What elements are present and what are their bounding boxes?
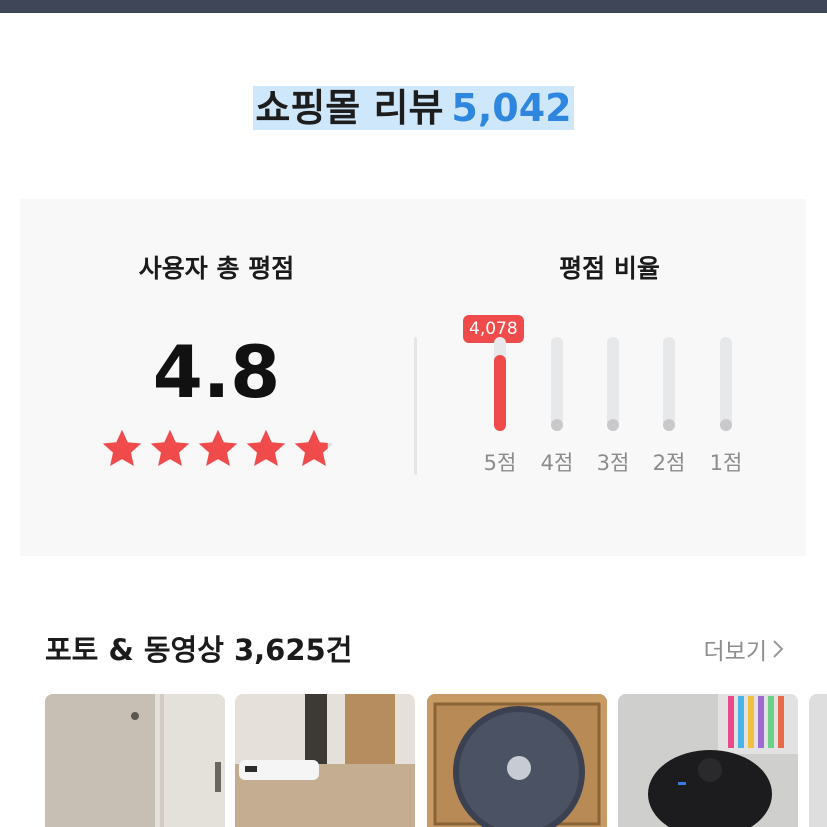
photo-thumbnail[interactable]: [235, 694, 415, 827]
photo-thumbnail[interactable]: [45, 694, 225, 827]
top-status-bar: [0, 0, 827, 13]
rating-bar-1: 1점: [696, 315, 756, 485]
rating-bar-3: 3점: [583, 315, 643, 485]
divider: [414, 337, 417, 475]
count-tooltip: 4,078: [463, 315, 524, 349]
star-icon: [148, 427, 192, 471]
photo-thumbnail[interactable]: [618, 694, 798, 827]
rating-bar-4: 4점: [527, 315, 587, 485]
more-link-label: 더보기: [703, 639, 767, 665]
photo-thumbnail[interactable]: [427, 694, 607, 827]
star-icon: [244, 427, 288, 471]
bar-track: [607, 337, 619, 431]
bar-track: [551, 337, 563, 431]
bar-label: 5점: [483, 451, 517, 475]
star-icon: [196, 427, 240, 471]
rating-bar-2: 2점: [639, 315, 699, 485]
bar-track: [720, 337, 732, 431]
rating-ratio-title: 평점 비율: [559, 254, 660, 283]
more-link[interactable]: 더보기: [704, 632, 785, 666]
review-count: 5,042: [451, 86, 572, 130]
bar-label: 2점: [652, 451, 686, 475]
rating-bars: 4,078 5점 4점 3점 2점 1점: [463, 315, 770, 485]
review-title: 쇼핑몰 리뷰 5,042: [0, 84, 827, 132]
bar-empty-dot: [607, 419, 619, 431]
review-title-label: 쇼핑몰 리뷰: [255, 86, 444, 130]
bar-empty-dot: [720, 419, 732, 431]
bar-empty-dot: [551, 419, 563, 431]
bar-track: [494, 337, 506, 431]
total-score-title: 사용자 총 평점: [138, 254, 295, 283]
chevron-right-icon: [773, 640, 784, 658]
bar-empty-dot: [663, 419, 675, 431]
photo-video-title: 포토 & 동영상 3,625건: [45, 633, 353, 667]
bar-fill: [494, 355, 506, 431]
star-partial-icon: [292, 427, 336, 471]
rating-summary: 사용자 총 평점 평점 비율 4.8 4,078 5점 4점 3점 2점 1점: [20, 199, 806, 556]
average-score: 4.8: [152, 330, 281, 414]
bar-label: 1점: [709, 451, 743, 475]
star-rating: [100, 427, 340, 477]
photo-thumbnail-list: [45, 694, 827, 827]
photo-thumbnail[interactable]: [809, 694, 827, 827]
bar-track: [663, 337, 675, 431]
bar-label: 3점: [596, 451, 630, 475]
star-icon: [100, 427, 144, 471]
bar-label: 4점: [540, 451, 574, 475]
rating-bar-5: 4,078 5점: [463, 315, 530, 485]
